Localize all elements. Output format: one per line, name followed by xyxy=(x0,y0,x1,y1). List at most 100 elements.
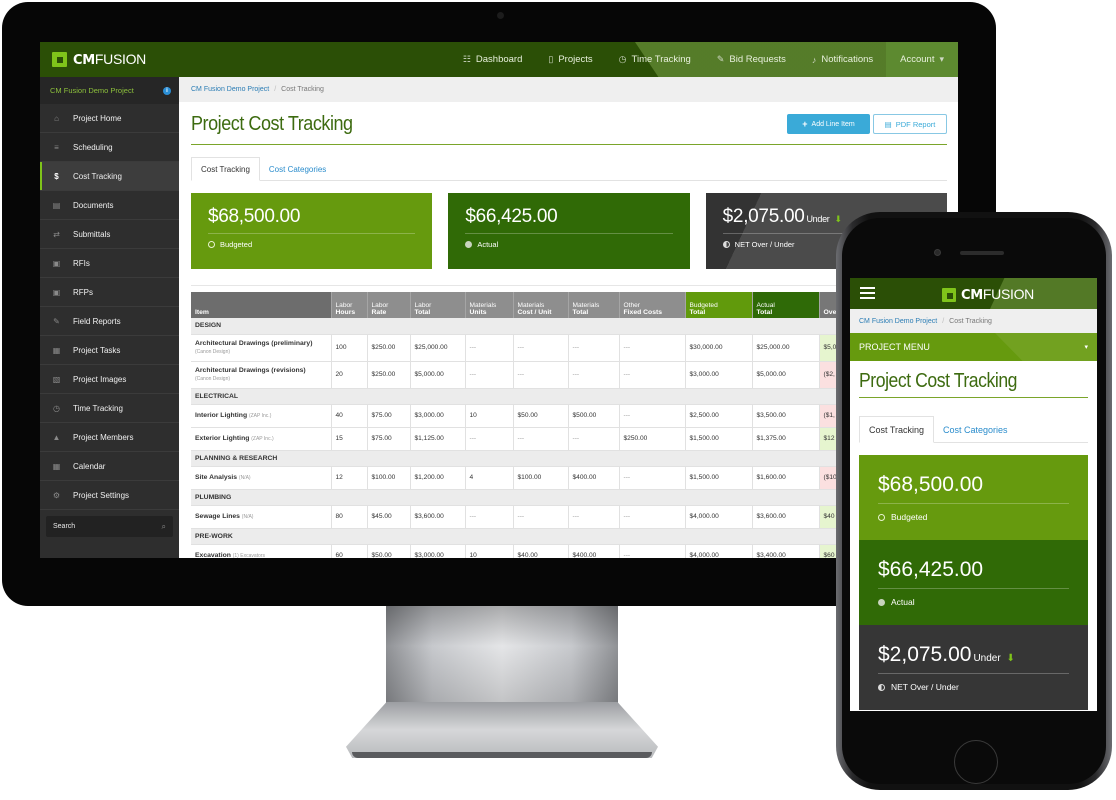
table-cell: $250.00 xyxy=(619,427,686,451)
column-header-budgeted-total[interactable]: Budgeted Total xyxy=(685,292,753,318)
account-menu-button[interactable]: Account ▾ xyxy=(886,42,958,77)
circle-filled-icon xyxy=(465,241,473,248)
table-row[interactable]: Interior Lighting (ZAP Inc.) 40 $75.00 $3,0… xyxy=(191,404,850,428)
table-cell: $100.00 xyxy=(367,466,411,490)
brand-logo[interactable]: CMFUSION xyxy=(52,51,146,68)
add-line-item-button[interactable]: + Add Line Item xyxy=(787,114,870,134)
sidebar-item-field-reports[interactable]: ✎ Field Reports xyxy=(40,307,179,336)
actual-amount: $66,425.00 xyxy=(878,558,984,581)
tab-cost-tracking[interactable]: Cost Tracking xyxy=(859,416,935,443)
table-row[interactable]: Site Analysis (N/A) 12 $100.00 $1,200.00 4 $1… xyxy=(191,466,850,490)
column-header-actual-total[interactable]: Actual Total xyxy=(752,292,820,318)
table-row[interactable]: Sewage Lines (N/A) 80 $45.00 $3,600.00 --- --… xyxy=(191,505,850,529)
hamburger-menu-icon[interactable] xyxy=(860,287,875,299)
column-header-materials-units[interactable]: Materials Units xyxy=(465,292,514,318)
sidebar-project-name[interactable]: CM Fusion Demo Project xyxy=(50,86,134,95)
sidebar-item-project-members[interactable]: ▲ Project Members xyxy=(40,423,179,452)
sidebar-item-cost-tracking[interactable]: $ Cost Tracking xyxy=(40,162,179,191)
column-header-labor-rate[interactable]: Labor Rate xyxy=(367,292,411,318)
table-row[interactable]: Excavation (1) Excavators 60 $50.00 $3,000.… xyxy=(191,544,850,558)
table-cell: $3,600.00 xyxy=(752,505,820,529)
user-icon: ▲ xyxy=(52,432,61,442)
sidebar-item-project-tasks[interactable]: ▦ Project Tasks xyxy=(40,336,179,365)
item-name: Architectural Drawings (preliminary) xyxy=(195,340,313,347)
table-cell: $500.00 xyxy=(568,404,620,428)
sidebar-item-calendar[interactable]: ▦ Calendar xyxy=(40,452,179,481)
column-header-materials-cost-unit[interactable]: Materials Cost / Unit xyxy=(513,292,569,318)
nav-item-projects[interactable]: ▯ Projects xyxy=(535,42,605,77)
column-header-labor-total[interactable]: Labor Total xyxy=(410,292,466,318)
breadcrumb-parent-link[interactable]: CM Fusion Demo Project xyxy=(859,318,937,325)
category-label: DESIGN xyxy=(191,318,850,335)
table-row[interactable]: Architectural Drawings (revisions) (Canon… xyxy=(191,361,850,389)
top-navbar: CMFUSION ☷ Dashboard ▯ Projects ◷ Time Tracki… xyxy=(40,42,958,77)
circle-outline-icon xyxy=(208,241,215,248)
item-vendor: (N/A) xyxy=(238,475,251,481)
page-title: Project Cost Tracking xyxy=(191,113,353,135)
nav-item-time-tracking[interactable]: ◷ Time Tracking xyxy=(606,42,704,77)
pdf-report-button[interactable]: ▤ PDF Report xyxy=(873,114,947,134)
column-header-materials-total[interactable]: Materials Total xyxy=(568,292,620,318)
table-cell: $25,000.00 xyxy=(410,334,466,362)
sidebar-item-rfps[interactable]: ▣ RFPs xyxy=(40,278,179,307)
table-row[interactable]: Exterior Lighting (ZAP Inc.) 15 $75.00 $1,1… xyxy=(191,427,850,451)
item-cell[interactable]: Interior Lighting (ZAP Inc.) xyxy=(191,404,332,428)
search-icon[interactable]: ⌕ xyxy=(162,522,166,532)
table-cell: --- xyxy=(465,505,514,529)
table-cell: 80 xyxy=(331,505,368,529)
sidebar-item-label: Project Images xyxy=(73,374,127,384)
bell-icon: ♪ xyxy=(811,54,817,65)
table-row[interactable]: Architectural Drawings (preliminary) (Can… xyxy=(191,334,850,362)
sidebar-item-label: Field Reports xyxy=(73,316,121,326)
column-header-labor-hours[interactable]: Labor Hours xyxy=(331,292,368,318)
sidebar-item-scheduling[interactable]: ≡ Scheduling xyxy=(40,133,179,162)
sidebar-item-project-settings[interactable]: ⚙ Project Settings xyxy=(40,481,179,510)
table-cell: --- xyxy=(513,334,569,362)
sidebar-search-input[interactable]: Search ⌕ xyxy=(46,516,173,537)
sidebar-item-submittals[interactable]: ⇄ Submittals xyxy=(40,220,179,249)
info-icon[interactable]: i xyxy=(163,86,171,95)
tab-cost-categories[interactable]: Cost Categories xyxy=(934,416,1017,443)
project-menu-dropdown[interactable]: PROJECT MENU ▾ xyxy=(850,333,1097,361)
file-icon: ▣ xyxy=(52,287,61,297)
item-cell[interactable]: Architectural Drawings (revisions) (Canon… xyxy=(191,361,332,389)
breadcrumb-parent-link[interactable]: CM Fusion Demo Project xyxy=(191,86,269,93)
table-cell: $45.00 xyxy=(367,505,411,529)
table-cell: $40.00 xyxy=(513,544,569,558)
table-cell: $250.00 xyxy=(367,361,411,389)
phone-camera xyxy=(934,249,941,256)
item-cell[interactable]: Sewage Lines (N/A) xyxy=(191,505,332,529)
tab-cost-categories[interactable]: Cost Categories xyxy=(260,157,335,181)
item-cell[interactable]: Exterior Lighting (ZAP Inc.) xyxy=(191,427,332,451)
item-vendor: (ZAP Inc.) xyxy=(248,413,272,419)
sidebar-item-time-tracking[interactable]: ◷ Time Tracking xyxy=(40,394,179,423)
cost-table: Item Labor Hours Labor Rate Labor Total Materia… xyxy=(191,292,850,558)
item-cell[interactable]: Architectural Drawings (preliminary) (Can… xyxy=(191,334,332,362)
tab-cost-tracking[interactable]: Cost Tracking xyxy=(191,157,260,181)
mobile-brand-logo[interactable]: CMFUSION xyxy=(942,286,1034,303)
table-cell: --- xyxy=(619,334,686,362)
nav-item-bid-requests[interactable]: ✎ Bid Requests xyxy=(704,42,799,77)
item-cell[interactable]: Site Analysis (N/A) xyxy=(191,466,332,490)
table-cell: $3,000.00 xyxy=(410,404,466,428)
item-cell[interactable]: Excavation (1) Excavators xyxy=(191,544,332,558)
sidebar-item-project-images[interactable]: ▧ Project Images xyxy=(40,365,179,394)
column-header-other-fixed-costs[interactable]: Other Fixed Costs xyxy=(619,292,686,318)
table-cell: 10 xyxy=(465,544,514,558)
table-cell: $1,200.00 xyxy=(410,466,466,490)
sidebar-item-documents[interactable]: ▤ Documents xyxy=(40,191,179,220)
nav-item-notifications[interactable]: ♪ Notifications xyxy=(799,42,886,77)
half-circle-icon xyxy=(722,241,730,248)
sidebar-item-project-home[interactable]: ⌂ Project Home xyxy=(40,104,179,133)
clock-icon: ◷ xyxy=(53,403,60,413)
sidebar-item-rfis[interactable]: ▣ RFIs xyxy=(40,249,179,278)
table-cell: $50.00 xyxy=(513,404,569,428)
nav-item-dashboard[interactable]: ☷ Dashboard xyxy=(450,42,536,77)
table-cell: $100.00 xyxy=(513,466,569,490)
column-header-item[interactable]: Item xyxy=(191,292,332,318)
category-row: DESIGN xyxy=(191,318,850,335)
table-cell: 10 xyxy=(465,404,514,428)
table-cell: $1,500.00 xyxy=(685,466,753,490)
table-cell: $25,000.00 xyxy=(752,334,820,362)
category-row: PLUMBING xyxy=(191,489,850,506)
